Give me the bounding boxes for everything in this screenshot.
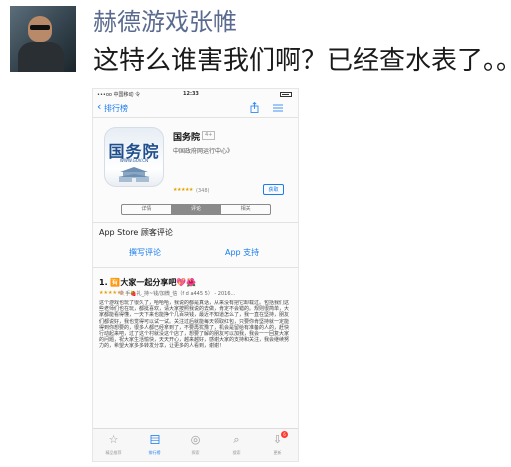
review-meta: 🍭手🍓礼_持~钱/加微_信（f d a445 5） - 2016...: [119, 291, 236, 297]
nav-bar: ‹ 排行榜: [93, 99, 298, 118]
avatar-torso: [18, 42, 64, 72]
app-icon[interactable]: 国务院 WWW.GOV.CN: [104, 127, 164, 187]
tabbar-item-explore[interactable]: ◎ 探索: [175, 429, 216, 461]
embedded-screenshot[interactable]: •••oo 中国移动 令 12:33 ‹ 排行榜 国务院 WWW.GOV.CN …: [92, 88, 299, 462]
avatar[interactable]: [10, 6, 76, 72]
app-rating-count: (348): [196, 188, 210, 194]
tab-details[interactable]: 详情: [122, 205, 171, 214]
compass-icon: ◎: [190, 433, 201, 446]
app-name: 国务院: [173, 133, 201, 143]
list-icon[interactable]: [273, 104, 283, 112]
app-rating-stars: ★★★★★: [173, 187, 193, 193]
tabbar-label: 排行榜: [148, 450, 161, 455]
update-count-badge: 6: [281, 431, 288, 438]
app-icon-url: WWW.GOV.CN: [119, 158, 149, 163]
tab-bar: ☆ 精品推荐 排行榜 ◎ 探索 ⌕ 搜索 ⇩ 6 更新: [93, 428, 298, 461]
tab-reviews[interactable]: 评论: [170, 205, 221, 214]
tiananmen-icon: [118, 167, 150, 182]
chevron-left-icon[interactable]: ‹: [97, 101, 101, 113]
reviews-section-title: App Store 顾客评论: [99, 228, 173, 237]
review-title: 1. 🈶大家一起分享吧💖🌺: [99, 278, 197, 287]
search-icon: ⌕: [233, 433, 240, 446]
back-button[interactable]: 排行榜: [104, 103, 128, 114]
tabbar-item-featured[interactable]: ☆ 精品推荐: [93, 429, 134, 461]
age-rating-badge: 4+: [202, 131, 216, 140]
tab-related[interactable]: 相关: [220, 205, 270, 214]
tabbar-item-search[interactable]: ⌕ 搜索: [216, 429, 257, 461]
star-icon: ☆: [108, 433, 119, 446]
status-time: 12:33: [183, 91, 199, 97]
avatar-sunglasses: [30, 25, 50, 30]
grid-icon: [150, 435, 159, 444]
get-button[interactable]: 获取: [263, 184, 284, 195]
review-body: 这个游戏也玩了很久了，哈哈哈，我说的都是真话，从来没有把它卸载过。包括我们这些老…: [99, 300, 290, 350]
write-review-button[interactable]: 撰写评论: [129, 247, 161, 258]
post-text: 这特么谁害我们啊？已经查水表了。。: [93, 46, 511, 76]
divider: [93, 267, 298, 268]
tabbar-item-charts[interactable]: 排行榜: [134, 429, 175, 461]
status-bar: •••oo 中国移动 令 12:33: [93, 89, 298, 99]
tabbar-item-updates[interactable]: ⇩ 6 更新: [257, 429, 298, 461]
share-icon[interactable]: [250, 102, 259, 113]
post-author[interactable]: 赫德游戏张帷: [93, 2, 237, 37]
tabbar-label: 搜索: [232, 450, 241, 455]
status-carrier: •••oo 中国移动 令: [97, 92, 141, 98]
segmented-control: 详情 评论 相关: [121, 204, 271, 215]
tabbar-label: 精品推荐: [105, 450, 122, 455]
tabbar-label: 更新: [273, 450, 282, 455]
app-support-button[interactable]: App 支持: [225, 247, 259, 258]
tabbar-label: 探索: [191, 450, 200, 455]
battery-icon: [280, 92, 292, 97]
app-developer[interactable]: 中国政府网运行中心》: [173, 146, 233, 155]
divider: [93, 222, 298, 223]
